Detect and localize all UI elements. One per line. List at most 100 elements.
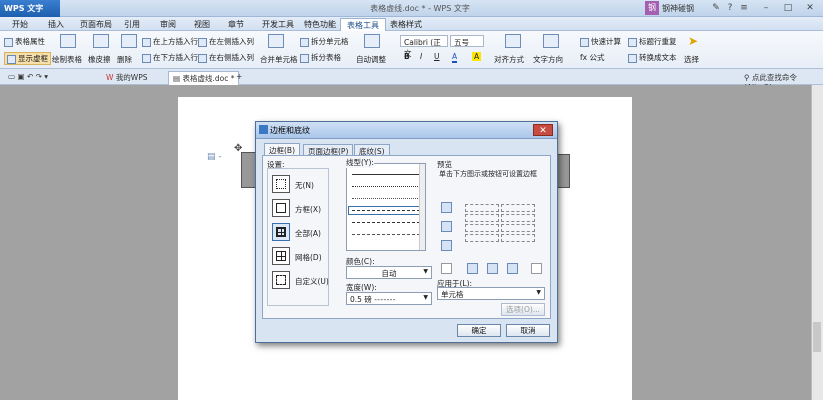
insert-row-above-button[interactable]: 在上方插入行: [142, 36, 198, 47]
line-style-long-dash[interactable]: [352, 234, 420, 235]
border-bottom-button[interactable]: [441, 240, 452, 251]
merge-cells-icon[interactable]: [268, 34, 284, 48]
bold-button[interactable]: B: [404, 52, 410, 61]
setting-grid-button[interactable]: [272, 247, 290, 265]
border-preview[interactable]: [463, 200, 543, 248]
setting-box-label[interactable]: 方框(X): [295, 204, 321, 215]
close-icon[interactable]: ✕: [804, 2, 816, 14]
cursor-icon[interactable]: ➤: [688, 34, 698, 48]
color-select[interactable]: 自动 ▼: [346, 266, 432, 279]
setting-custom-button[interactable]: [272, 271, 290, 289]
insert-col-left-button[interactable]: 在左侧插入列: [198, 36, 254, 47]
menu-insert[interactable]: 插入: [42, 18, 70, 31]
italic-button[interactable]: I: [420, 52, 422, 61]
scrollbar-thumb[interactable]: [813, 322, 821, 352]
convert-text-button[interactable]: 转换成文本: [628, 52, 677, 63]
setting-all-button[interactable]: [272, 223, 290, 241]
setting-all-label[interactable]: 全部(A): [295, 228, 321, 239]
border-left-button[interactable]: [467, 263, 478, 274]
setting-none-button[interactable]: [272, 175, 290, 193]
menu-table-tools[interactable]: 表格工具: [340, 18, 386, 31]
border-center-button[interactable]: [487, 263, 498, 274]
preview-cell: [501, 214, 535, 222]
line-style-dashed[interactable]: [348, 206, 424, 215]
setting-custom-label[interactable]: 自定义(U): [295, 276, 329, 287]
tab-my-wps[interactable]: W 我的WPS: [102, 71, 152, 85]
line-style-scrollbar[interactable]: [419, 164, 425, 250]
split-cells-button[interactable]: 拆分单元格: [300, 36, 349, 47]
line-style-fine-dotted[interactable]: [352, 198, 420, 199]
draw-table-label[interactable]: 绘制表格: [52, 54, 82, 65]
quick-access-icons[interactable]: ▭ ▣ ↶ ↷ ▾: [4, 71, 52, 85]
show-gridlines-button[interactable]: 显示虚框: [4, 52, 51, 65]
command-search[interactable]: ⚲ 点此查找命令 (Alt+Q): [740, 71, 823, 92]
setting-grid-label[interactable]: 网格(D): [295, 252, 322, 263]
user-name[interactable]: 钢神碰钢: [662, 3, 694, 14]
apply-to-select[interactable]: 单元格 ▼: [437, 287, 545, 300]
delete-icon[interactable]: [121, 34, 137, 48]
draw-table-icon[interactable]: [60, 34, 76, 48]
ok-button[interactable]: 确定: [457, 324, 501, 337]
maximize-icon[interactable]: □: [782, 2, 794, 14]
border-middle-button[interactable]: [441, 221, 452, 232]
menu-review[interactable]: 审阅: [154, 18, 182, 31]
insert-row-below-button[interactable]: 在下方插入行: [142, 52, 198, 63]
align-label[interactable]: 对齐方式: [494, 54, 524, 65]
autofit-label[interactable]: 自动调整: [356, 54, 386, 65]
setting-box-button[interactable]: [272, 199, 290, 217]
options-button[interactable]: 选项(O)...: [501, 303, 545, 316]
dialog-close-button[interactable]: ✕: [533, 124, 553, 136]
diagonal-down-button[interactable]: [441, 263, 452, 274]
select-label[interactable]: 选择: [684, 54, 699, 65]
diagonal-up-button[interactable]: [531, 263, 542, 274]
menu-chapter[interactable]: 章节: [222, 18, 250, 31]
menu-page-layout[interactable]: 页面布局: [74, 18, 118, 31]
eraser-label[interactable]: 橡皮擦: [88, 54, 111, 65]
app-menu-button[interactable]: WPS 文字: [0, 0, 60, 17]
repeat-header-button[interactable]: 标题行重复: [628, 36, 677, 47]
border-top-button[interactable]: [441, 202, 452, 213]
split-table-button[interactable]: 拆分表格: [300, 52, 341, 63]
help-icon[interactable]: ?: [724, 2, 736, 14]
delete-label[interactable]: 删除: [117, 54, 132, 65]
menu-references[interactable]: 引用: [118, 18, 146, 31]
highlight-button[interactable]: A: [472, 52, 482, 61]
eraser-icon[interactable]: [93, 34, 109, 48]
menu-home[interactable]: 开始: [6, 18, 34, 31]
width-select[interactable]: 0.5 磅 - - - - - - - ▼: [346, 292, 432, 305]
border-right-button[interactable]: [507, 263, 518, 274]
autofit-icon[interactable]: [364, 34, 380, 48]
new-tab-button[interactable]: +: [232, 71, 246, 85]
line-style-dash-dot[interactable]: [352, 222, 420, 223]
menu-special[interactable]: 特色功能: [298, 18, 342, 31]
minimize-icon[interactable]: –: [760, 2, 772, 14]
width-line-sample: - - - - - - -: [374, 295, 395, 304]
insert-col-right-button[interactable]: 在右侧插入列: [198, 52, 254, 63]
menu-table-style[interactable]: 表格样式: [384, 18, 428, 31]
dialog-title-bar[interactable]: 边框和底纹 ✕: [256, 122, 557, 139]
line-style-solid[interactable]: [352, 174, 420, 175]
tab-document[interactable]: ▤ 表格虚线.doc *: [168, 71, 240, 85]
underline-button[interactable]: U: [434, 52, 440, 61]
line-style-dotted[interactable]: [352, 186, 420, 187]
vertical-scrollbar[interactable]: [811, 85, 823, 400]
menu-icon[interactable]: ≡: [738, 2, 750, 14]
quick-calc-button[interactable]: 快速计算: [580, 36, 621, 47]
table-properties-button[interactable]: 表格属性: [4, 36, 45, 47]
font-color-button[interactable]: A: [452, 52, 458, 63]
text-direction-icon[interactable]: [543, 34, 559, 48]
text-direction-label[interactable]: 文字方向: [533, 54, 563, 65]
line-style-list[interactable]: [346, 163, 426, 251]
user-avatar[interactable]: 钢: [645, 1, 659, 15]
align-icon[interactable]: [505, 34, 521, 48]
menu-developer[interactable]: 开发工具: [256, 18, 300, 31]
formula-button[interactable]: fx 公式: [580, 52, 604, 63]
setting-none-label[interactable]: 无(N): [295, 180, 314, 191]
document-icon: ▤: [173, 74, 181, 83]
font-size-select[interactable]: 五号: [450, 35, 484, 47]
merge-cells-label[interactable]: 合并单元格: [260, 54, 298, 65]
cancel-button[interactable]: 取消: [506, 324, 550, 337]
pin-icon[interactable]: ✎: [710, 2, 722, 14]
font-name-select[interactable]: Calibri (正文: [400, 35, 448, 58]
menu-view[interactable]: 视图: [188, 18, 216, 31]
